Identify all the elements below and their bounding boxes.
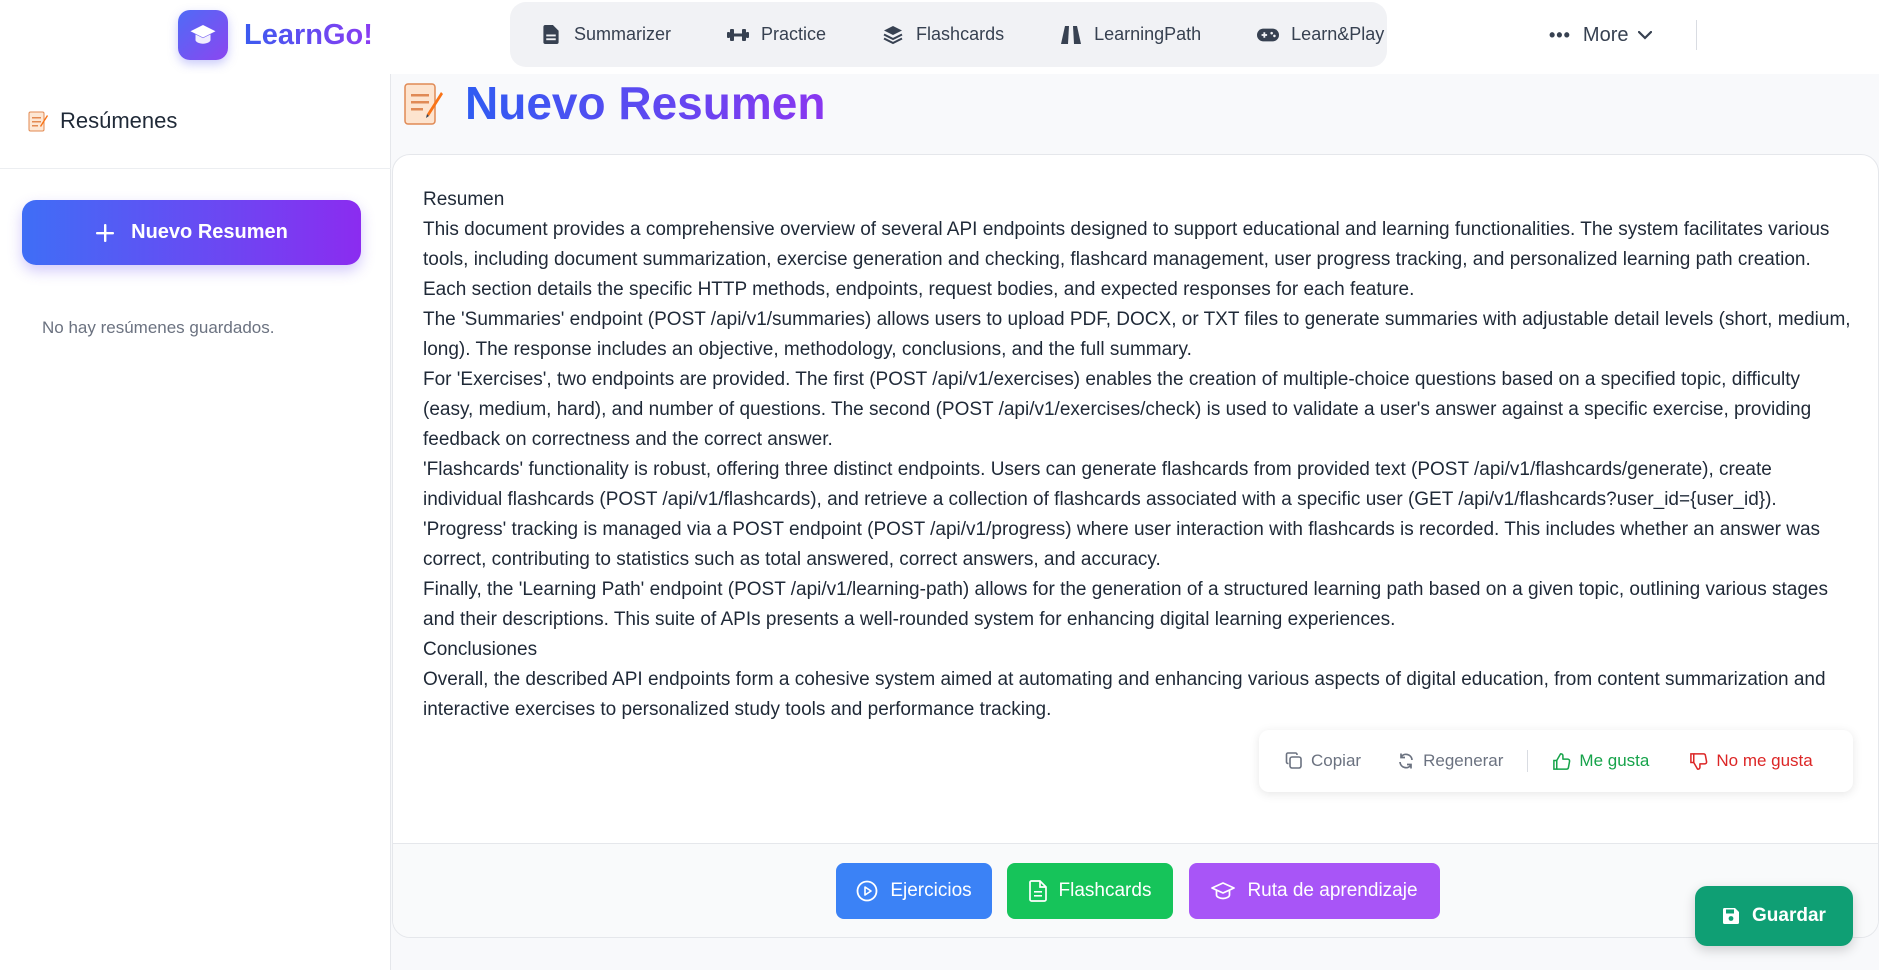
summary-paragraph: Overall, the described API endpoints for… xyxy=(423,669,1826,720)
chevron-down-icon xyxy=(1638,30,1653,40)
plus-icon xyxy=(95,223,115,243)
nav-item-label: Practice xyxy=(761,24,827,44)
graduation-cap-icon xyxy=(1211,882,1236,900)
thumbs-down-icon xyxy=(1690,752,1708,770)
regenerate-button[interactable]: Regenerar xyxy=(1397,751,1503,771)
copy-button[interactable]: Copiar xyxy=(1285,751,1361,771)
summary-paragraph: Finally, the 'Learning Path' endpoint (P… xyxy=(423,579,1828,630)
nav-item-practice[interactable]: Practice xyxy=(727,15,826,55)
like-label: Me gusta xyxy=(1579,751,1650,770)
summary-paragraph: 'Progress' tracking is managed via a POS… xyxy=(423,519,1821,570)
page-title: Nuevo Resumen xyxy=(403,76,825,130)
nav-item-label: Flashcards xyxy=(916,24,1005,44)
summary-text: Resumen This document provides a compreh… xyxy=(423,185,1853,725)
new-summary-label: Nuevo Resumen xyxy=(131,221,288,243)
more-menu-button[interactable]: ••• More xyxy=(1549,18,1653,52)
header-divider xyxy=(1696,20,1697,50)
summary-paragraph: This document provides a comprehensive o… xyxy=(423,219,1830,300)
graduation-cap-logo-icon xyxy=(178,10,228,60)
summary-heading: Resumen xyxy=(423,189,505,210)
path-icon xyxy=(1060,24,1082,46)
sidebar-header: Resúmenes xyxy=(28,108,177,134)
dislike-button[interactable]: No me gusta xyxy=(1689,751,1813,771)
new-summary-button[interactable]: Nuevo Resumen xyxy=(22,200,361,265)
sidebar: Resúmenes Nuevo Resumen No hay resúmenes… xyxy=(0,74,391,970)
nav-item-label: LearningPath xyxy=(1094,24,1202,44)
exercises-button[interactable]: Ejercicios xyxy=(836,863,992,919)
gamepad-icon xyxy=(1257,24,1280,46)
memo-icon xyxy=(28,110,48,132)
save-button[interactable]: Guardar xyxy=(1695,886,1853,946)
refresh-icon xyxy=(1399,753,1413,769)
like-button[interactable]: Me gusta xyxy=(1552,751,1649,771)
nav-item-summarizer[interactable]: Summarizer xyxy=(540,15,671,55)
learning-path-label: Ruta de aprendizaje xyxy=(1247,880,1418,901)
flashcards-button[interactable]: Flashcards xyxy=(1007,863,1173,919)
copy-icon xyxy=(1285,752,1302,769)
learning-path-button[interactable]: Ruta de aprendizaje xyxy=(1189,863,1440,919)
brand[interactable]: LearnGo! xyxy=(178,9,373,61)
thumbs-up-icon xyxy=(1553,752,1571,770)
memo-icon xyxy=(403,80,443,126)
save-icon xyxy=(1723,908,1740,924)
card-footer: Ejercicios Flashcards Ruta de aprendizaj… xyxy=(393,843,1878,937)
sidebar-divider xyxy=(0,168,391,169)
summary-paragraph: The 'Summaries' endpoint (POST /api/v1/s… xyxy=(423,309,1851,360)
main-nav: Summarizer Practice Flashcards LearningP… xyxy=(510,2,1387,67)
regenerate-label: Regenerar xyxy=(1423,751,1504,770)
conclusions-heading: Conclusiones xyxy=(423,639,538,660)
dumbbell-icon xyxy=(727,24,750,46)
nav-item-label: Summarizer xyxy=(574,24,672,44)
nav-item-learningpath[interactable]: LearningPath xyxy=(1060,15,1201,55)
summary-paragraph: 'Flashcards' functionality is robust, of… xyxy=(423,459,1777,510)
nav-item-flashcards[interactable]: Flashcards xyxy=(882,15,1004,55)
brand-name: LearnGo! xyxy=(244,18,373,51)
exercises-label: Ejercicios xyxy=(890,880,972,901)
dislike-label: No me gusta xyxy=(1716,751,1813,770)
copy-label: Copiar xyxy=(1311,751,1362,770)
summary-card: Resumen This document provides a compreh… xyxy=(392,154,1879,938)
document-icon xyxy=(540,24,562,46)
flashcards-label: Flashcards xyxy=(1058,880,1152,901)
empty-summaries-text: No hay resúmenes guardados. xyxy=(42,318,275,337)
play-circle-icon xyxy=(856,880,878,902)
actions-divider xyxy=(1527,750,1529,772)
summary-paragraph: For 'Exercises', two endpoints are provi… xyxy=(423,369,1812,450)
nav-item-learnplay[interactable]: Learn&Play xyxy=(1257,15,1384,55)
file-text-icon xyxy=(1028,880,1047,902)
save-label: Guardar xyxy=(1752,905,1826,926)
nav-item-label: Learn&Play xyxy=(1291,24,1385,44)
sidebar-title: Resúmenes xyxy=(60,108,178,133)
summary-actions-bar: Copiar Regenerar Me gusta No me gusta xyxy=(1259,730,1853,792)
page-title-text: Nuevo Resumen xyxy=(465,77,826,129)
layers-icon xyxy=(882,24,904,46)
more-label: More xyxy=(1582,23,1629,46)
top-header: LearnGo! Summarizer Practice Flashcards … xyxy=(0,0,1879,74)
ellipsis-icon: ••• xyxy=(1549,24,1571,45)
